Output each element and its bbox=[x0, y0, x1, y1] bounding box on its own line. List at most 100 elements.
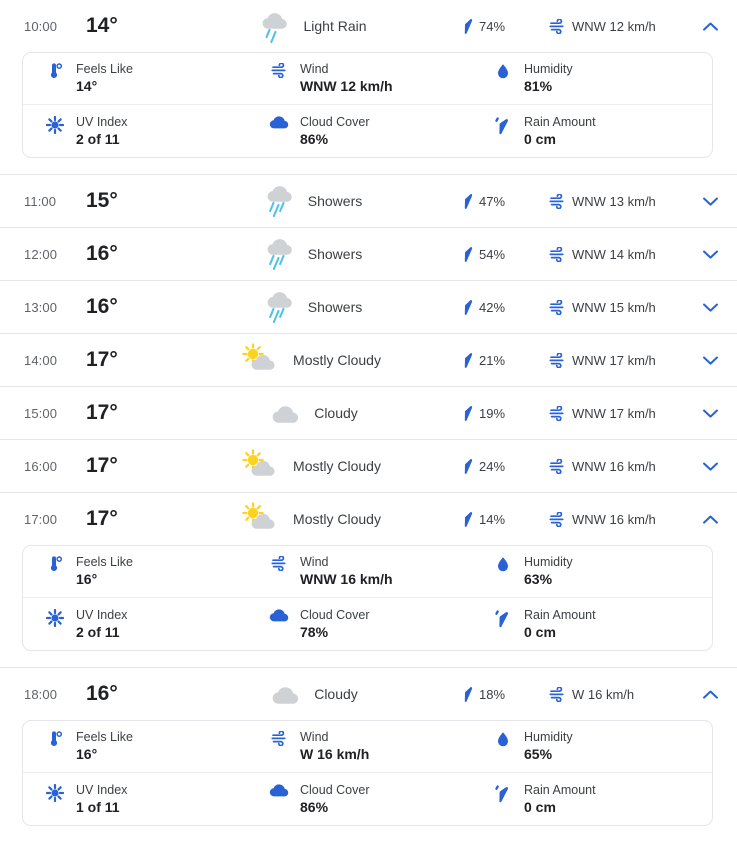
hour-row-1400[interactable]: 14:00 17° Mostly Cloudy 21% WNW 17 km/h bbox=[0, 334, 737, 386]
hour-temperature: 16° bbox=[86, 295, 118, 318]
hour-row-1000[interactable]: 10:00 14° Light Rain 74% WNW 12 km/h bbox=[0, 0, 737, 52]
hour-precipitation-value: 42% bbox=[479, 299, 506, 315]
wind-icon bbox=[270, 556, 288, 571]
humidity-drop-icon bbox=[496, 731, 510, 749]
hour-temperature: 17° bbox=[86, 401, 118, 424]
hour-time: 14:00 bbox=[24, 352, 58, 368]
hour-wind-value: WNW 17 km/h bbox=[572, 405, 656, 421]
chevron-down-icon bbox=[702, 249, 719, 260]
hour-condition-label: Showers bbox=[307, 246, 363, 262]
hour-precipitation: 14% bbox=[463, 511, 549, 528]
wind-text: Wind W 16 km/h bbox=[300, 730, 369, 763]
feels-like-cell: Feels Like 14° bbox=[23, 62, 249, 95]
hour-row-1800[interactable]: 18:00 16° Cloudy 18% W 16 km/h bbox=[0, 668, 737, 720]
cloudy-icon bbox=[263, 679, 305, 709]
hour-row-1500[interactable]: 15:00 17° Cloudy 19% WNW 17 km/h bbox=[0, 387, 737, 439]
hour-expand-toggle[interactable] bbox=[681, 355, 719, 366]
hour-precipitation-value: 21% bbox=[479, 352, 506, 368]
chevron-down-icon bbox=[702, 408, 719, 419]
humidity-cell: Humidity 65% bbox=[475, 730, 712, 763]
wind-label: Wind bbox=[300, 730, 329, 744]
humidity-value: 65% bbox=[524, 746, 553, 762]
chevron-up-icon bbox=[702, 514, 719, 525]
wind-icon-wrap bbox=[269, 555, 289, 571]
hour-row-1700[interactable]: 17:00 17° Mostly Cloudy 14% WNW 16 km/h bbox=[0, 493, 737, 545]
uv-index-label: UV Index bbox=[76, 782, 128, 797]
rain-amount-value: 0 cm bbox=[524, 130, 556, 147]
hour-expand-toggle[interactable] bbox=[681, 461, 719, 472]
wind-icon bbox=[270, 731, 288, 746]
hour-expand-toggle[interactable] bbox=[681, 196, 719, 207]
hour-expand-toggle[interactable] bbox=[681, 689, 719, 700]
hour-condition: Cloudy bbox=[196, 679, 463, 709]
detail-row-secondary: UV Index 2 of 11 Cloud Cover 78% Rain Amount… bbox=[23, 598, 712, 650]
humidity-drop-icon-wrap bbox=[493, 62, 513, 81]
thermometer-icon-wrap bbox=[45, 555, 65, 574]
chevron-down-icon bbox=[702, 461, 719, 472]
hour-row-1300[interactable]: 13:00 16° Showers 42% WNW 15 km/h bbox=[0, 281, 737, 333]
wind-icon bbox=[549, 405, 566, 421]
hour-temperature: 15° bbox=[86, 189, 118, 212]
hour-wind-value: WNW 15 km/h bbox=[572, 299, 656, 315]
hour-precipitation-value: 19% bbox=[479, 405, 506, 421]
uv-index-cell: UV Index 2 of 11 bbox=[23, 115, 249, 148]
hour-wind: WNW 17 km/h bbox=[549, 405, 681, 421]
cloud-cover-label: Cloud Cover bbox=[300, 114, 370, 129]
hour-expand-toggle[interactable] bbox=[681, 249, 719, 260]
hour-condition-label: Showers bbox=[307, 299, 363, 315]
rain-amount-cell: Rain Amount 0 cm bbox=[475, 783, 712, 816]
humidity-drop-icon-wrap bbox=[493, 555, 513, 574]
wind-value: WNW 16 km/h bbox=[300, 571, 393, 587]
mostly-cloudy-icon bbox=[240, 502, 284, 536]
detail-row-primary: Feels Like 16° Wind W 16 km/h Humidity 65% bbox=[23, 721, 712, 773]
hour-expand-toggle[interactable] bbox=[681, 514, 719, 525]
feels-like-value: 16° bbox=[76, 746, 98, 762]
rain-amount-label: Rain Amount bbox=[524, 607, 596, 622]
hour-condition-label: Mostly Cloudy bbox=[293, 352, 381, 368]
wind-icon-wrap bbox=[269, 730, 289, 746]
feels-like-text: Feels Like 14° bbox=[76, 62, 133, 95]
hour-temperature: 17° bbox=[86, 348, 118, 371]
humidity-cell: Humidity 81% bbox=[475, 62, 712, 95]
uv-index-value: 2 of 11 bbox=[76, 130, 120, 147]
hour-wind-value: WNW 16 km/h bbox=[572, 511, 656, 527]
hour-expand-toggle[interactable] bbox=[681, 408, 719, 419]
hour-wind-value: WNW 17 km/h bbox=[572, 352, 656, 368]
cloud-cover-text: Cloud Cover 86% bbox=[300, 783, 369, 816]
hour-condition: Mostly Cloudy bbox=[196, 343, 463, 377]
hour-row-1100[interactable]: 11:00 15° Showers 47% WNW 13 km/h bbox=[0, 175, 737, 227]
wind-cell: Wind WNW 12 km/h bbox=[249, 62, 475, 95]
hour-temperature: 17° bbox=[86, 454, 118, 477]
hour-expand-toggle[interactable] bbox=[681, 21, 719, 32]
wind-icon bbox=[549, 458, 566, 474]
hour-temperature: 16° bbox=[86, 242, 118, 265]
hour-condition-label: Showers bbox=[307, 193, 363, 209]
hour-row-1200[interactable]: 12:00 16° Showers 54% WNW 14 km/h bbox=[0, 228, 737, 280]
hour-wind-value: WNW 16 km/h bbox=[572, 458, 656, 474]
cloud-cover-icon bbox=[269, 115, 289, 130]
hour-condition: Cloudy bbox=[196, 398, 463, 428]
detail-row-secondary: UV Index 1 of 11 Cloud Cover 86% Rain Amount… bbox=[23, 773, 712, 825]
hour-row-1600[interactable]: 16:00 17° Mostly Cloudy 24% WNW 16 km/h bbox=[0, 440, 737, 492]
humidity-label: Humidity bbox=[524, 62, 573, 76]
rain-amount-value: 0 cm bbox=[524, 623, 556, 640]
hour-wind-value: WNW 13 km/h bbox=[572, 193, 656, 209]
humidity-drop-icon bbox=[496, 63, 510, 81]
uv-index-text: UV Index 1 of 11 bbox=[76, 783, 127, 816]
wind-label: Wind bbox=[300, 62, 329, 76]
rain-amount-icon bbox=[494, 609, 512, 628]
hour-block: 16:00 17° Mostly Cloudy 24% WNW 16 km/h bbox=[0, 440, 737, 493]
cloud-cover-icon bbox=[269, 608, 289, 623]
hour-time: 13:00 bbox=[24, 299, 58, 315]
feels-like-text: Feels Like 16° bbox=[76, 555, 133, 588]
hour-precipitation: 24% bbox=[463, 458, 549, 475]
hour-condition: Mostly Cloudy bbox=[196, 502, 463, 536]
chevron-down-icon bbox=[702, 355, 719, 366]
rain-amount-label: Rain Amount bbox=[524, 114, 596, 129]
hour-expand-toggle[interactable] bbox=[681, 302, 719, 313]
hour-block: 10:00 14° Light Rain 74% WNW 12 km/h Feels Li… bbox=[0, 0, 737, 175]
rain-amount-icon-wrap bbox=[493, 608, 513, 628]
precip-drop-icon bbox=[463, 511, 474, 528]
wind-icon-wrap bbox=[269, 62, 289, 78]
hour-condition: Showers bbox=[196, 234, 463, 274]
